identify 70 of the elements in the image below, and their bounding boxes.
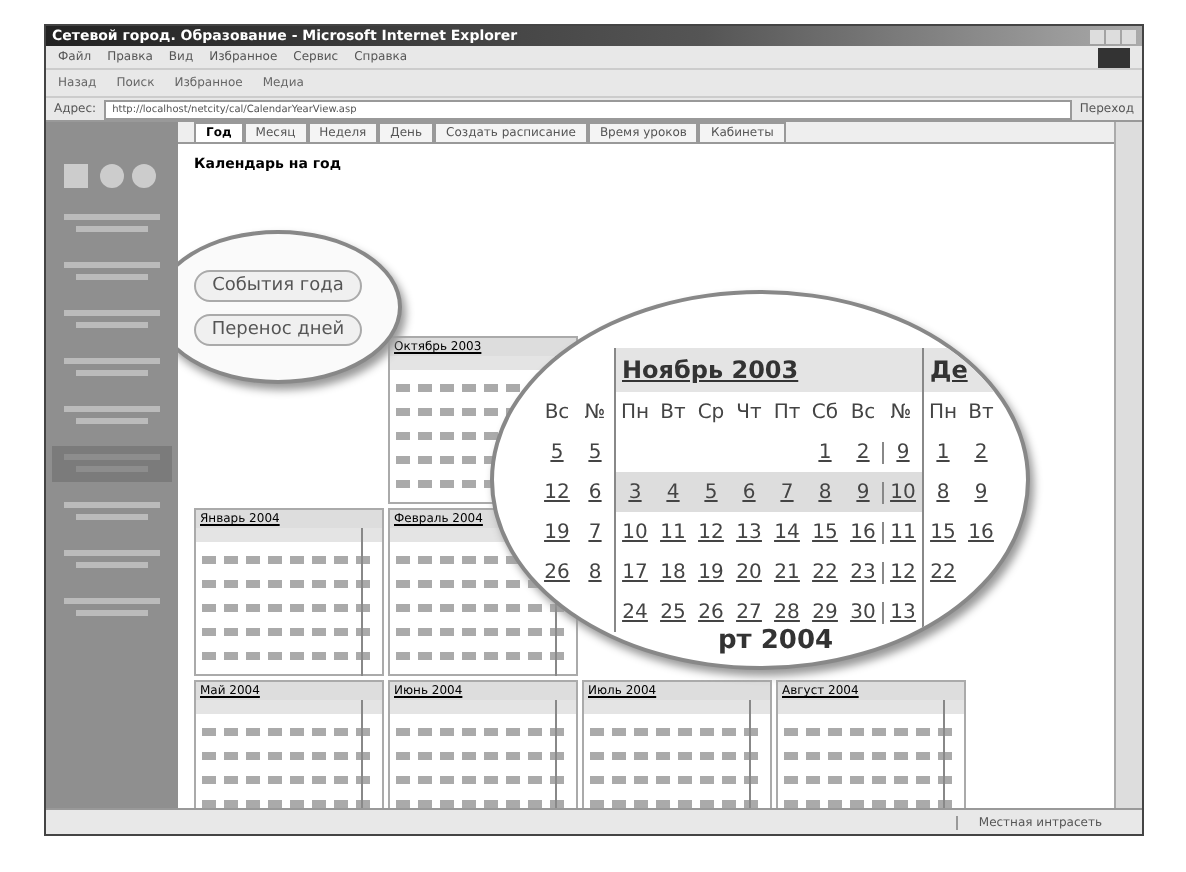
- week-number[interactable]: 9: [896, 441, 910, 463]
- day-link[interactable]: 26: [544, 561, 570, 583]
- day-link[interactable]: 22: [930, 561, 956, 583]
- day-link[interactable]: 15: [812, 521, 838, 543]
- week-number[interactable]: 8: [588, 561, 602, 583]
- month-title[interactable]: Ноябрь 2003: [616, 348, 922, 392]
- minimize-button[interactable]: [1090, 29, 1104, 43]
- week-number[interactable]: 5: [588, 441, 602, 463]
- day-link[interactable]: 27: [736, 601, 762, 623]
- day-link[interactable]: 14: [774, 521, 800, 543]
- day-link[interactable]: 2: [974, 441, 988, 463]
- day-link[interactable]: 5: [704, 481, 718, 503]
- weekday-header: Пт: [771, 401, 803, 423]
- weekday-header: №: [888, 401, 914, 423]
- week-number[interactable]: 6: [588, 481, 602, 503]
- weekday-header: Ср: [695, 401, 727, 423]
- day-link[interactable]: 17: [622, 561, 648, 583]
- week-number[interactable]: 10: [890, 481, 916, 503]
- weekday-header: Вт: [966, 401, 996, 423]
- week-number[interactable]: 13: [890, 601, 916, 623]
- day-link[interactable]: 22: [812, 561, 838, 583]
- day-link[interactable]: 30: [850, 601, 876, 623]
- day-link[interactable]: 25: [660, 601, 686, 623]
- weekday-header: Пн: [926, 401, 960, 423]
- day-link[interactable]: 1: [818, 441, 832, 463]
- day-link[interactable]: 8: [818, 481, 832, 503]
- day-link[interactable]: 23: [850, 561, 876, 583]
- day-link[interactable]: 11: [660, 521, 686, 543]
- weekday-header: Вт: [658, 401, 688, 423]
- day-link[interactable]: 21: [774, 561, 800, 583]
- scrollbar[interactable]: [1114, 122, 1142, 808]
- day-link[interactable]: 8: [936, 481, 950, 503]
- day-link[interactable]: 1: [936, 441, 950, 463]
- day-link[interactable]: 28: [774, 601, 800, 623]
- callout-button[interactable]: Перенос дней: [193, 313, 363, 345]
- day-link[interactable]: 7: [780, 481, 794, 503]
- close-button[interactable]: [1122, 29, 1136, 43]
- weekday-header: №: [582, 401, 608, 423]
- week-number[interactable]: 7: [588, 521, 602, 543]
- weekday-header: Пн: [618, 401, 652, 423]
- weekday-header: Вс: [542, 401, 572, 423]
- day-link[interactable]: 5: [550, 441, 564, 463]
- weekday-header: Сб: [809, 401, 841, 423]
- day-link[interactable]: 12: [698, 521, 724, 543]
- day-link[interactable]: 18: [660, 561, 686, 583]
- day-link[interactable]: 2: [856, 441, 870, 463]
- callout-button[interactable]: События года: [194, 269, 362, 301]
- weekday-header: Чт: [734, 401, 764, 423]
- day-link[interactable]: 4: [666, 481, 680, 503]
- day-link[interactable]: 9: [856, 481, 870, 503]
- day-link[interactable]: 15: [930, 521, 956, 543]
- day-link[interactable]: 6: [742, 481, 756, 503]
- day-link[interactable]: 16: [968, 521, 994, 543]
- day-link[interactable]: 16: [850, 521, 876, 543]
- day-link[interactable]: 24: [622, 601, 648, 623]
- day-link[interactable]: 20: [736, 561, 762, 583]
- day-link[interactable]: 13: [736, 521, 762, 543]
- day-link[interactable]: 19: [698, 561, 724, 583]
- day-link[interactable]: 10: [622, 521, 648, 543]
- day-link[interactable]: 9: [974, 481, 988, 503]
- week-number[interactable]: 12: [890, 561, 916, 583]
- day-link[interactable]: 26: [698, 601, 724, 623]
- maximize-button[interactable]: [1106, 29, 1120, 43]
- month-title: рт 2004: [718, 626, 834, 656]
- weekday-header: Вс: [848, 401, 878, 423]
- sidebar-icons-drawing: [62, 162, 162, 190]
- day-link[interactable]: 3: [628, 481, 642, 503]
- day-link[interactable]: 29: [812, 601, 838, 623]
- day-link[interactable]: 12: [544, 481, 570, 503]
- week-number[interactable]: 11: [890, 521, 916, 543]
